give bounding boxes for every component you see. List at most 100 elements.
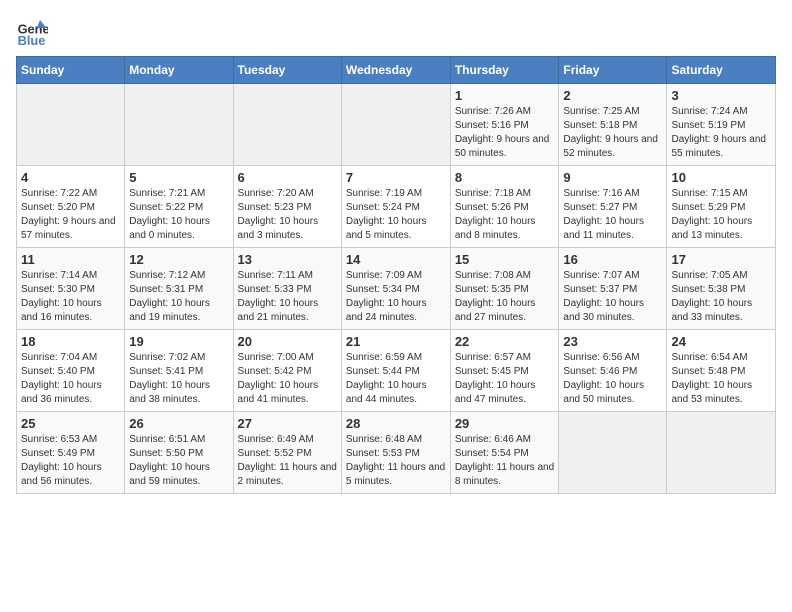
day-info: Sunrise: 7:22 AMSunset: 5:20 PMDaylight:… xyxy=(21,187,120,243)
day-number: 9 xyxy=(563,170,662,185)
day-info: Sunrise: 7:09 AMSunset: 5:34 PMDaylight:… xyxy=(346,269,446,325)
day-number: 27 xyxy=(238,416,337,431)
calendar-cell: 5 Sunrise: 7:21 AMSunset: 5:22 PMDaylight… xyxy=(125,166,233,248)
day-number: 17 xyxy=(671,252,771,267)
day-number: 29 xyxy=(455,416,555,431)
calendar-cell: 8 Sunrise: 7:18 AMSunset: 5:26 PMDaylight… xyxy=(450,166,559,248)
calendar-cell: 19 Sunrise: 7:02 AMSunset: 5:41 PMDayligh… xyxy=(125,330,233,412)
day-number: 21 xyxy=(346,334,446,349)
day-info: Sunrise: 6:46 AMSunset: 5:54 PMDaylight:… xyxy=(455,433,555,489)
calendar-cell: 7 Sunrise: 7:19 AMSunset: 5:24 PMDaylight… xyxy=(341,166,450,248)
day-info: Sunrise: 7:11 AMSunset: 5:33 PMDaylight:… xyxy=(238,269,337,325)
logo-icon: General Blue xyxy=(16,16,48,48)
calendar-cell: 18 Sunrise: 7:04 AMSunset: 5:40 PMDayligh… xyxy=(17,330,125,412)
day-info: Sunrise: 7:26 AMSunset: 5:16 PMDaylight:… xyxy=(455,105,555,161)
day-info: Sunrise: 7:08 AMSunset: 5:35 PMDaylight:… xyxy=(455,269,555,325)
day-info: Sunrise: 7:14 AMSunset: 5:30 PMDaylight:… xyxy=(21,269,120,325)
calendar-cell: 16 Sunrise: 7:07 AMSunset: 5:37 PMDayligh… xyxy=(559,248,667,330)
day-info: Sunrise: 7:05 AMSunset: 5:38 PMDaylight:… xyxy=(671,269,771,325)
calendar-cell: 12 Sunrise: 7:12 AMSunset: 5:31 PMDayligh… xyxy=(125,248,233,330)
day-number: 23 xyxy=(563,334,662,349)
day-info: Sunrise: 7:04 AMSunset: 5:40 PMDaylight:… xyxy=(21,351,120,407)
day-number: 12 xyxy=(129,252,228,267)
day-number: 5 xyxy=(129,170,228,185)
day-number: 25 xyxy=(21,416,120,431)
calendar-cell xyxy=(125,84,233,166)
day-info: Sunrise: 6:49 AMSunset: 5:52 PMDaylight:… xyxy=(238,433,337,489)
day-number: 24 xyxy=(671,334,771,349)
day-info: Sunrise: 7:12 AMSunset: 5:31 PMDaylight:… xyxy=(129,269,228,325)
calendar-cell: 15 Sunrise: 7:08 AMSunset: 5:35 PMDayligh… xyxy=(450,248,559,330)
calendar-cell: 21Sunrise: 6:59 AMSunset: 5:44 PMDayligh… xyxy=(341,330,450,412)
calendar-cell xyxy=(17,84,125,166)
day-of-week-header: Friday xyxy=(559,57,667,84)
day-info: Sunrise: 7:21 AMSunset: 5:22 PMDaylight:… xyxy=(129,187,228,243)
day-info: Sunrise: 6:57 AMSunset: 5:45 PMDaylight:… xyxy=(455,351,555,407)
day-info: Sunrise: 7:15 AMSunset: 5:29 PMDaylight:… xyxy=(671,187,771,243)
day-info: Sunrise: 7:24 AMSunset: 5:19 PMDaylight:… xyxy=(671,105,771,161)
day-info: Sunrise: 7:07 AMSunset: 5:37 PMDaylight:… xyxy=(563,269,662,325)
calendar-cell: 28 Sunrise: 6:48 AMSunset: 5:53 PMDayligh… xyxy=(341,412,450,494)
day-info: Sunrise: 6:56 AMSunset: 5:46 PMDaylight:… xyxy=(563,351,662,407)
calendar-cell: 23 Sunrise: 6:56 AMSunset: 5:46 PMDayligh… xyxy=(559,330,667,412)
day-number: 22 xyxy=(455,334,555,349)
logo: General Blue xyxy=(16,16,52,48)
calendar-cell: 2 Sunrise: 7:25 AMSunset: 5:18 PMDaylight… xyxy=(559,84,667,166)
calendar-cell: 26 Sunrise: 6:51 AMSunset: 5:50 PMDayligh… xyxy=(125,412,233,494)
day-number: 26 xyxy=(129,416,228,431)
day-info: Sunrise: 7:18 AMSunset: 5:26 PMDaylight:… xyxy=(455,187,555,243)
day-number: 13 xyxy=(238,252,337,267)
calendar-cell: 22 Sunrise: 6:57 AMSunset: 5:45 PMDayligh… xyxy=(450,330,559,412)
day-number: 10 xyxy=(671,170,771,185)
day-number: 20 xyxy=(238,334,337,349)
calendar-table: SundayMondayTuesdayWednesdayThursdayFrid… xyxy=(16,56,776,494)
day-info: Sunrise: 6:54 AMSunset: 5:48 PMDaylight:… xyxy=(671,351,771,407)
day-info: Sunrise: 7:19 AMSunset: 5:24 PMDaylight:… xyxy=(346,187,446,243)
day-number: 18 xyxy=(21,334,120,349)
calendar-cell: 9 Sunrise: 7:16 AMSunset: 5:27 PMDaylight… xyxy=(559,166,667,248)
day-number: 16 xyxy=(563,252,662,267)
calendar-cell: 17 Sunrise: 7:05 AMSunset: 5:38 PMDayligh… xyxy=(667,248,776,330)
day-info: Sunrise: 7:25 AMSunset: 5:18 PMDaylight:… xyxy=(563,105,662,161)
calendar-cell: 27 Sunrise: 6:49 AMSunset: 5:52 PMDayligh… xyxy=(233,412,341,494)
calendar-cell: 24 Sunrise: 6:54 AMSunset: 5:48 PMDayligh… xyxy=(667,330,776,412)
calendar-cell: 11 Sunrise: 7:14 AMSunset: 5:30 PMDayligh… xyxy=(17,248,125,330)
day-info: Sunrise: 6:48 AMSunset: 5:53 PMDaylight:… xyxy=(346,433,446,489)
calendar-cell xyxy=(559,412,667,494)
day-info: Sunrise: 6:51 AMSunset: 5:50 PMDaylight:… xyxy=(129,433,228,489)
day-info: Sunrise: 6:53 AMSunset: 5:49 PMDaylight:… xyxy=(21,433,120,489)
day-number: 2 xyxy=(563,88,662,103)
calendar-cell: 6Sunrise: 7:20 AMSunset: 5:23 PMDaylight… xyxy=(233,166,341,248)
calendar-cell: 29 Sunrise: 6:46 AMSunset: 5:54 PMDayligh… xyxy=(450,412,559,494)
day-info: Sunrise: 7:00 AMSunset: 5:42 PMDaylight:… xyxy=(238,351,337,407)
day-number: 15 xyxy=(455,252,555,267)
day-number: 19 xyxy=(129,334,228,349)
calendar-cell: 3 Sunrise: 7:24 AMSunset: 5:19 PMDaylight… xyxy=(667,84,776,166)
day-number: 28 xyxy=(346,416,446,431)
day-number: 8 xyxy=(455,170,555,185)
day-info: Sunrise: 7:16 AMSunset: 5:27 PMDaylight:… xyxy=(563,187,662,243)
calendar-cell: 4Sunrise: 7:22 AMSunset: 5:20 PMDaylight… xyxy=(17,166,125,248)
header: General Blue xyxy=(16,16,776,48)
day-of-week-header: Monday xyxy=(125,57,233,84)
calendar-cell: 25 Sunrise: 6:53 AMSunset: 5:49 PMDayligh… xyxy=(17,412,125,494)
calendar-cell xyxy=(233,84,341,166)
day-number: 14 xyxy=(346,252,446,267)
day-of-week-header: Saturday xyxy=(667,57,776,84)
day-of-week-header: Thursday xyxy=(450,57,559,84)
day-of-week-header: Tuesday xyxy=(233,57,341,84)
calendar-cell: 14 Sunrise: 7:09 AMSunset: 5:34 PMDayligh… xyxy=(341,248,450,330)
day-info: Sunrise: 7:02 AMSunset: 5:41 PMDaylight:… xyxy=(129,351,228,407)
day-of-week-header: Wednesday xyxy=(341,57,450,84)
day-number: 3 xyxy=(671,88,771,103)
day-number: 11 xyxy=(21,252,120,267)
day-of-week-header: Sunday xyxy=(17,57,125,84)
day-number: 7 xyxy=(346,170,446,185)
svg-text:Blue: Blue xyxy=(18,33,46,48)
calendar-cell: 20 Sunrise: 7:00 AMSunset: 5:42 PMDayligh… xyxy=(233,330,341,412)
calendar-cell xyxy=(341,84,450,166)
day-info: Sunrise: 7:20 AMSunset: 5:23 PMDaylight:… xyxy=(238,187,337,243)
calendar-cell: 10 Sunrise: 7:15 AMSunset: 5:29 PMDayligh… xyxy=(667,166,776,248)
calendar-cell xyxy=(667,412,776,494)
calendar-cell: 13 Sunrise: 7:11 AMSunset: 5:33 PMDayligh… xyxy=(233,248,341,330)
